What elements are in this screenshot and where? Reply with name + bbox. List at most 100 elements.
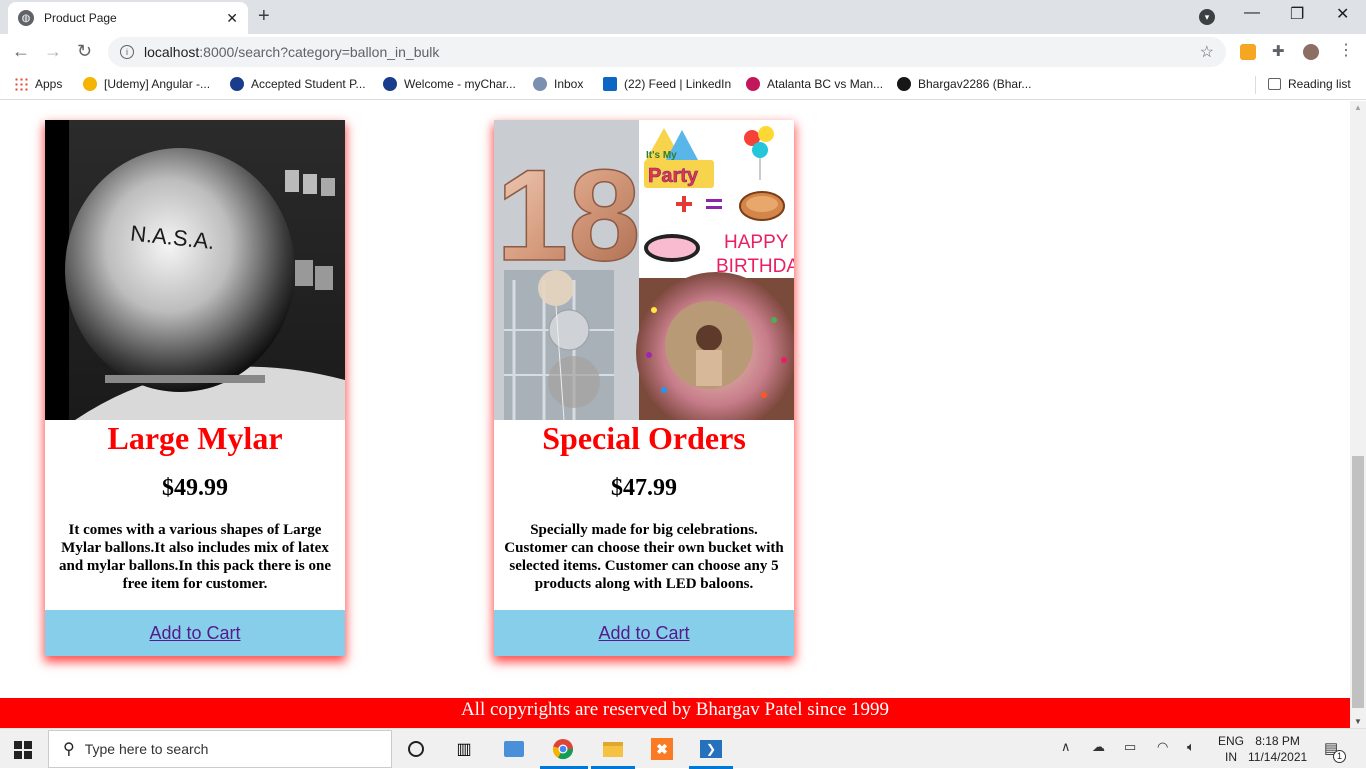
url-text: localhost:8000/search?category=ballon_in…: [144, 44, 439, 60]
reading-list[interactable]: Reading list: [1268, 77, 1351, 91]
balloon-number-18: 18: [496, 142, 641, 288]
apps-grid-icon: [14, 77, 28, 91]
bookmark-label: Apps: [35, 77, 63, 91]
product-description: Specially made for big celebrations. Cus…: [504, 522, 784, 592]
bookmark-label: Bhargav2286 (Bhar...: [918, 77, 1032, 91]
back-arrow-icon[interactable]: ←: [12, 41, 30, 62]
add-to-cart-link[interactable]: Add to Cart: [598, 623, 689, 644]
site-info-icon[interactable]: i: [120, 45, 134, 59]
wifi-icon[interactable]: ◠: [1157, 739, 1168, 755]
mail-icon: [533, 77, 547, 91]
product-description: It comes with a various shapes of Large …: [59, 522, 331, 592]
party-card-its-my: It's My: [646, 150, 677, 161]
profile-avatar[interactable]: [1303, 44, 1319, 60]
page-scrollbar[interactable]: ▲ ▼: [1350, 101, 1366, 728]
bookmarks-bar: Apps [Udemy] Angular -... Accepted Stude…: [0, 70, 1366, 100]
close-window-icon[interactable]: ✕: [1336, 4, 1349, 24]
language-code: ENG: [1218, 734, 1245, 748]
cortana-icon[interactable]: [403, 736, 429, 762]
reload-icon[interactable]: ↻: [77, 41, 92, 62]
add-to-cart-bar: Add to Cart: [45, 610, 345, 656]
globe-icon: ◍: [18, 10, 34, 26]
language-indicator[interactable]: ENG IN: [1218, 733, 1244, 765]
volume-icon[interactable]: 🔈︎: [1187, 739, 1195, 755]
battery-icon[interactable]: ▭: [1124, 739, 1136, 755]
product-image-birthday-collage: 18 It's My Party HAPPY BIRTHDA: [494, 120, 794, 420]
onedrive-icon[interactable]: ☁: [1092, 739, 1105, 755]
product-name: Large Mylar: [107, 420, 283, 456]
extension-icon[interactable]: [1240, 44, 1256, 60]
bookmark-github[interactable]: Bhargav2286 (Bhar...: [897, 77, 1031, 91]
sports-icon: [746, 77, 760, 91]
university-icon: [230, 77, 244, 91]
region-code: IN: [1225, 750, 1237, 764]
bookmark-separator: [1255, 76, 1256, 94]
reading-list-icon: [1268, 78, 1281, 90]
new-tab-button[interactable]: +: [258, 5, 270, 28]
tab-product-page[interactable]: ◍ Product Page ✕: [8, 2, 248, 34]
product-image-nasa-balloon: N.A.S.A.: [45, 120, 345, 420]
page-footer: All copyrights are reserved by Bhargav P…: [0, 698, 1350, 728]
bookmark-atalanta[interactable]: Atalanta BC vs Man...: [746, 77, 883, 91]
menu-kebab-icon[interactable]: ⋮: [1338, 40, 1354, 59]
product-name: Special Orders: [542, 420, 746, 456]
file-explorer-icon[interactable]: [600, 736, 626, 762]
close-tab-icon[interactable]: ✕: [226, 10, 238, 27]
bookmark-label: Welcome - myChar...: [404, 77, 516, 91]
task-view-icon[interactable]: ▥: [451, 736, 477, 762]
add-to-cart-link[interactable]: Add to Cart: [149, 623, 240, 644]
restore-icon[interactable]: ❐: [1290, 4, 1304, 24]
bookmark-label: (22) Feed | LinkedIn: [624, 77, 732, 91]
bookmark-inbox[interactable]: Inbox: [533, 77, 583, 91]
clock-time: 8:18 PM: [1255, 734, 1300, 748]
product-card-special-orders: 18 It's My Party HAPPY BIRTHDA Special O…: [494, 120, 794, 656]
scrollbar-thumb[interactable]: [1352, 456, 1364, 708]
page-viewport: N.A.S.A. Large Mylar $49.99 It comes wit…: [0, 101, 1350, 728]
product-price: $47.99: [611, 475, 677, 501]
bookmark-udemy[interactable]: [Udemy] Angular -...: [83, 77, 210, 91]
github-icon: [897, 77, 911, 91]
bookmark-apps[interactable]: Apps: [14, 77, 62, 91]
windows-taskbar: ⚲ Type here to search ▥ ✖ ❯ ∧ ☁ ▭ ◠ 🔈︎ E…: [0, 728, 1366, 769]
chrome-icon[interactable]: [550, 736, 576, 762]
browser-toolbar: ← → ↻ i localhost:8000/search?category=b…: [0, 34, 1366, 70]
tab-search-icon[interactable]: ▾: [1199, 9, 1215, 25]
university-icon: [383, 77, 397, 91]
tab-strip: ◍ Product Page ✕ + ▾ — ❐ ✕: [0, 0, 1366, 34]
udemy-icon: [83, 77, 97, 91]
scroll-down-arrow-icon[interactable]: ▼: [1354, 717, 1362, 726]
bookmark-label: Atalanta BC vs Man...: [767, 77, 884, 91]
desktop-app-icon[interactable]: [501, 736, 527, 762]
puzzle-extensions-icon[interactable]: ✚: [1272, 42, 1288, 60]
product-card-large-mylar: N.A.S.A. Large Mylar $49.99 It comes wit…: [45, 120, 345, 656]
show-hidden-icons-icon[interactable]: ∧: [1061, 739, 1071, 755]
bookmark-label: [Udemy] Angular -...: [104, 77, 211, 91]
windows-start-icon[interactable]: [14, 741, 32, 759]
address-bar[interactable]: i localhost:8000/search?category=ballon_…: [108, 37, 1226, 67]
product-price: $49.99: [162, 475, 228, 501]
scroll-up-arrow-icon[interactable]: ▲: [1354, 103, 1362, 112]
taskbar-search-placeholder: Type here to search: [84, 741, 209, 757]
taskbar-search-box[interactable]: ⚲ Type here to search: [48, 730, 392, 768]
bookmark-accepted-student[interactable]: Accepted Student P...: [230, 77, 366, 91]
url-path: :8000/search?category=ballon_in_bulk: [199, 44, 440, 60]
bookmark-label: Inbox: [554, 77, 584, 91]
tab-title: Product Page: [44, 11, 117, 25]
powershell-icon[interactable]: ❯: [698, 736, 724, 762]
search-icon: ⚲: [63, 741, 75, 758]
bookmark-star-icon[interactable]: ☆: [1200, 42, 1214, 62]
reading-list-label: Reading list: [1288, 77, 1351, 91]
xampp-icon[interactable]: ✖: [649, 736, 675, 762]
taskbar-clock[interactable]: 8:18 PM 11/14/2021: [1248, 733, 1307, 765]
forward-arrow-icon[interactable]: →: [44, 41, 62, 62]
add-to-cart-bar: Add to Cart: [494, 610, 794, 656]
minimize-icon[interactable]: —: [1244, 4, 1260, 22]
notification-count-badge: 1: [1333, 750, 1346, 763]
clock-date: 11/14/2021: [1248, 750, 1308, 764]
bookmark-linkedin[interactable]: (22) Feed | LinkedIn: [603, 77, 731, 91]
url-host: localhost: [144, 44, 200, 60]
bookmark-label: Accepted Student P...: [251, 77, 366, 91]
party-card-happy: HAPPY: [724, 232, 789, 253]
bookmark-mycharlotte[interactable]: Welcome - myChar...: [383, 77, 516, 91]
linkedin-icon: [603, 77, 617, 91]
